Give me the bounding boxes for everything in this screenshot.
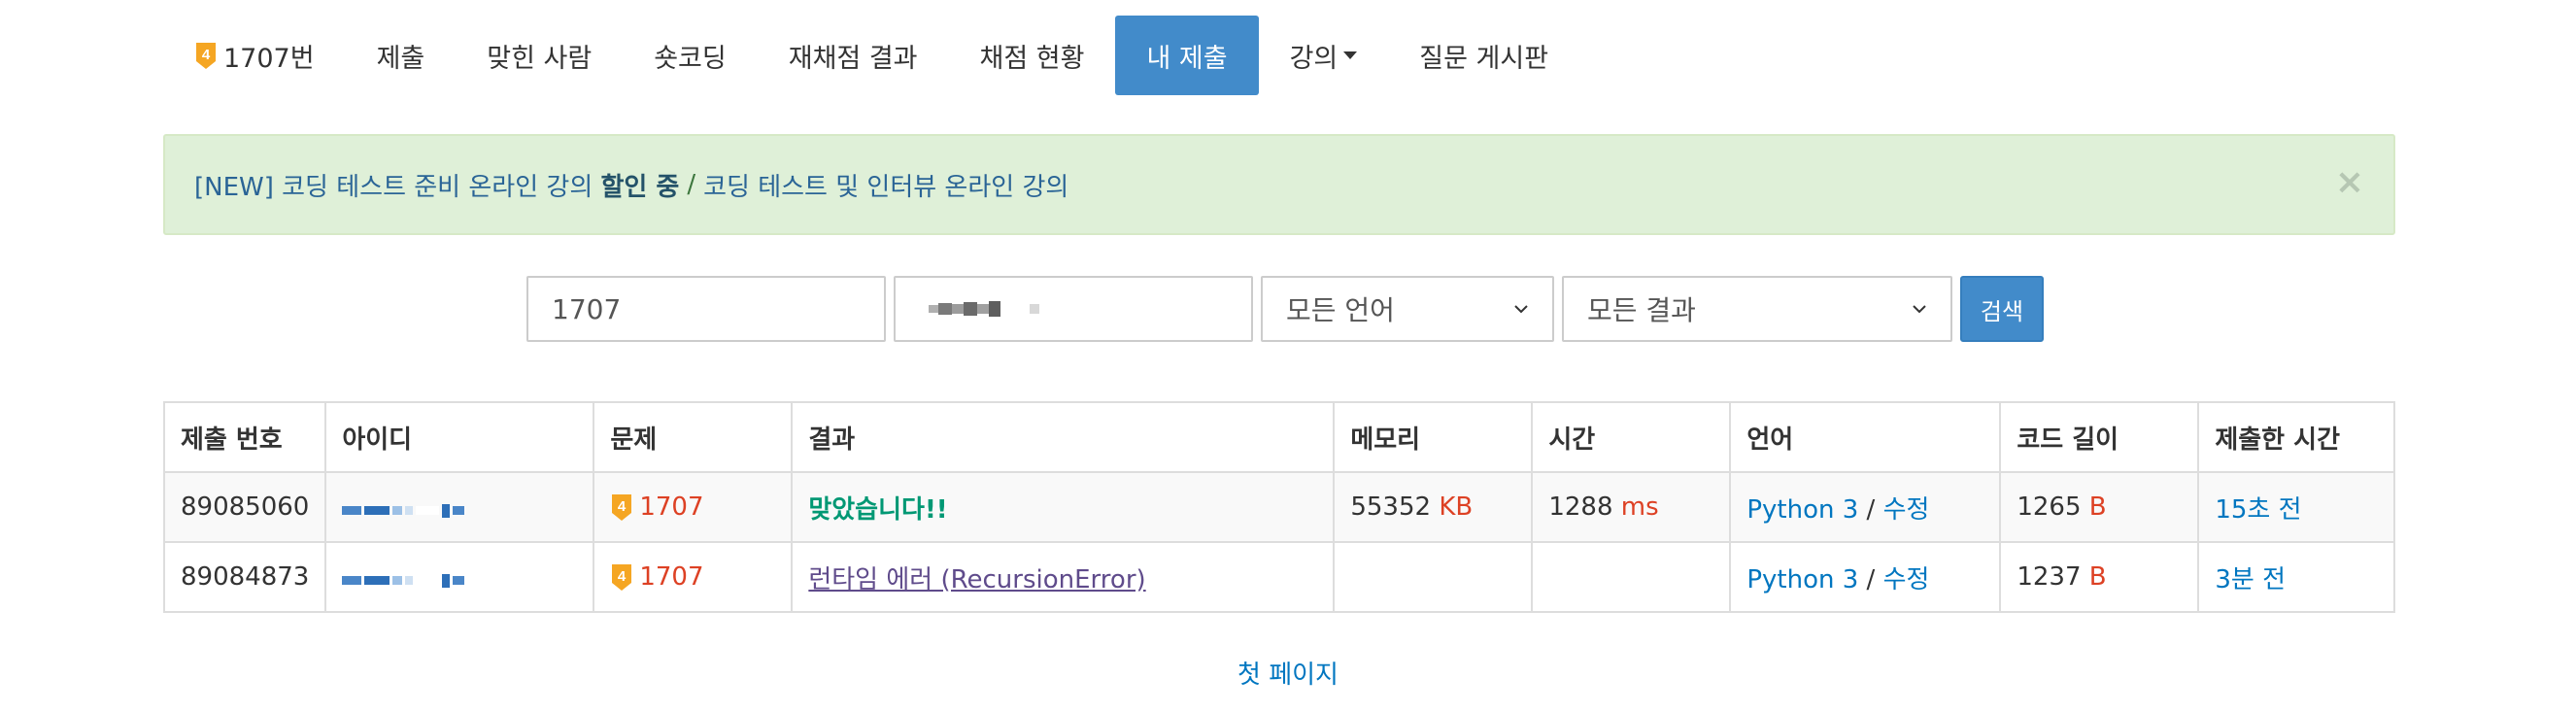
- result-runtime-error-link[interactable]: 런타임 에러 (RecursionError): [808, 565, 1145, 594]
- col-language: 언어: [1729, 401, 2002, 473]
- memory-unit: KB: [1439, 492, 1474, 522]
- table-row: 89084873 4 1707 런타임 에러 (RecursionError) …: [162, 541, 2395, 613]
- col-submitted-time: 제출한 시간: [2197, 401, 2395, 473]
- nav-problem-label: 1707번: [223, 43, 315, 74]
- problem-link[interactable]: 4 1707: [593, 541, 794, 613]
- code-length-value: 1237: [2017, 562, 2082, 592]
- redacted-user-id: [929, 301, 1039, 317]
- edit-link[interactable]: 수정: [1883, 565, 1930, 594]
- svg-text:4: 4: [618, 568, 627, 585]
- code-length-cell: 1237 B: [1999, 541, 2200, 613]
- chevron-down-icon: [1913, 305, 1926, 314]
- memory-cell: 55352 KB: [1333, 471, 1534, 543]
- promo-discount-text: 할인 중: [600, 172, 680, 202]
- problem-number: 1707: [639, 492, 704, 522]
- close-icon[interactable]: ×: [2335, 165, 2364, 200]
- nav-rejudge-results[interactable]: 재채점 결과: [758, 16, 949, 95]
- language-select-value: 모든 언어: [1286, 294, 1395, 326]
- nav-qna-board[interactable]: 질문 게시판: [1388, 16, 1579, 95]
- problem-nav: 4 1707번 제출 맞힌 사람 숏코딩 재채점 결과 채점 현황 내 제출 강…: [163, 16, 1579, 95]
- tier-badge-icon: 4: [612, 564, 632, 591]
- code-length-cell: 1265 B: [1999, 471, 2200, 543]
- problem-id-input[interactable]: 1707: [526, 276, 886, 342]
- first-page-link[interactable]: 첫 페이지: [0, 655, 2576, 691]
- time-value: 1288: [1548, 492, 1613, 522]
- col-code-length: 코드 길이: [1999, 401, 2200, 473]
- col-submission-id: 제출 번호: [162, 401, 327, 473]
- result-accepted: 맞았습니다!!: [791, 471, 1336, 543]
- nav-submit[interactable]: 제출: [346, 16, 457, 95]
- memory-cell: [1333, 541, 1534, 613]
- submission-id: 89084873: [162, 541, 327, 613]
- promo-link-course[interactable]: [NEW] 코딩 테스트 준비 온라인 강의 할인 중: [194, 167, 679, 203]
- submission-id: 89085060: [162, 471, 327, 543]
- status-search-form: 1707 모든 언어 모든 결과 검색: [526, 276, 2044, 342]
- memory-value: 55352: [1350, 492, 1432, 522]
- language-separator: /: [1866, 564, 1876, 594]
- col-problem: 문제: [593, 401, 794, 473]
- user-id-link[interactable]: [324, 471, 595, 543]
- result-select-value: 모든 결과: [1587, 294, 1696, 326]
- svg-text:4: 4: [202, 47, 211, 63]
- promo-link-interview[interactable]: 코딩 테스트 및 인터뷰 온라인 강의: [703, 167, 1068, 203]
- col-result: 결과: [791, 401, 1336, 473]
- problem-number: 1707: [639, 562, 704, 592]
- source-link[interactable]: Python 3: [1746, 565, 1858, 594]
- chevron-down-icon: [1514, 305, 1528, 314]
- time-cell: [1531, 541, 1732, 613]
- redacted-user-id: [342, 573, 465, 588]
- col-user-id: 아이디: [324, 401, 595, 473]
- nav-problem[interactable]: 4 1707번: [163, 16, 346, 95]
- submissions-table: 제출 번호 아이디 문제 결과 메모리 시간 언어 코드 길이 제출한 시간 8…: [162, 401, 2395, 613]
- language-cell: Python 3 / 수정: [1729, 471, 2002, 543]
- nav-lectures-label: 강의: [1289, 43, 1339, 74]
- code-length-value: 1265: [2017, 492, 2082, 522]
- time-unit: ms: [1620, 492, 1659, 522]
- nav-solved-users[interactable]: 맞힌 사람: [456, 16, 623, 95]
- user-id-link[interactable]: [324, 541, 595, 613]
- nav-my-submissions[interactable]: 내 제출: [1115, 16, 1259, 95]
- submitted-time-link[interactable]: 3분 전: [2197, 541, 2395, 613]
- redacted-user-id: [342, 503, 465, 518]
- language-separator: /: [1866, 494, 1876, 525]
- result-select[interactable]: 모든 결과: [1562, 276, 1952, 342]
- user-id-input[interactable]: [894, 276, 1253, 342]
- language-select[interactable]: 모든 언어: [1261, 276, 1554, 342]
- submitted-time-link[interactable]: 15초 전: [2197, 471, 2395, 543]
- nav-judge-status[interactable]: 채점 현황: [949, 16, 1116, 95]
- result-runtime-error[interactable]: 런타임 에러 (RecursionError): [791, 541, 1336, 613]
- nav-short-coding[interactable]: 숏코딩: [623, 16, 758, 95]
- table-header-row: 제출 번호 아이디 문제 결과 메모리 시간 언어 코드 길이 제출한 시간: [162, 401, 2395, 473]
- code-length-unit: B: [2088, 492, 2107, 522]
- code-length-unit: B: [2088, 562, 2107, 592]
- col-memory: 메모리: [1333, 401, 1534, 473]
- edit-link[interactable]: 수정: [1883, 495, 1930, 525]
- time-cell: 1288 ms: [1531, 471, 1732, 543]
- problem-link[interactable]: 4 1707: [593, 471, 794, 543]
- tier-badge-icon: 4: [612, 494, 632, 521]
- nav-lectures-dropdown[interactable]: 강의: [1259, 16, 1389, 95]
- tier-badge-icon: 4: [196, 42, 216, 69]
- caret-down-icon: [1343, 51, 1358, 59]
- col-time: 시간: [1531, 401, 1732, 473]
- source-link[interactable]: Python 3: [1746, 495, 1858, 525]
- search-button[interactable]: 검색: [1960, 276, 2044, 342]
- promo-text: [NEW] 코딩 테스트 준비 온라인 강의: [194, 172, 601, 202]
- table-row: 89085060 4 1707 맞았습니다!! 55352 KB 1288 ms…: [162, 471, 2395, 543]
- promo-separator: /: [687, 170, 696, 199]
- svg-text:4: 4: [618, 498, 627, 515]
- promo-alert: [NEW] 코딩 테스트 준비 온라인 강의 할인 중 / 코딩 테스트 및 인…: [163, 134, 2395, 235]
- language-cell: Python 3 / 수정: [1729, 541, 2002, 613]
